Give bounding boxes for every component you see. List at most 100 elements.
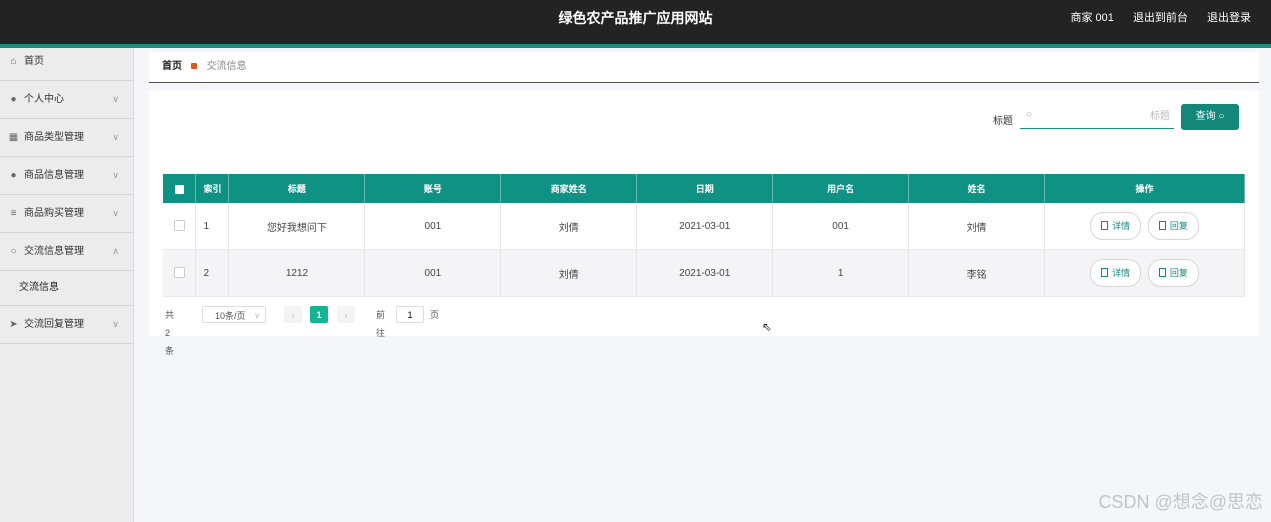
search-label: 标题 [993,116,1013,127]
cell-merchant: 刘倩 [500,249,638,297]
query-button-label: 查询 [1195,111,1216,122]
document-icon [1158,268,1166,277]
sidebar-item-label: 个人中心 [24,94,64,105]
query-button[interactable]: 查询 ○ [1181,104,1239,130]
cell-account: 001 [364,249,502,297]
page-size-select[interactable]: 10条/页 ∨ [202,306,266,323]
cell-merchant: 刘倩 [500,203,638,250]
document-icon [1101,268,1109,277]
column-header: 操作 [1044,174,1245,203]
cell-username: 001 [772,203,910,250]
chevron-down-icon: ∨ [112,319,119,329]
sidebar-item-label: 交流信息管理 [24,246,84,257]
detail-button[interactable]: 详情 [1090,212,1142,240]
goto-page-input[interactable] [396,306,424,323]
cell-index: 1 [195,203,230,250]
data-table: 索引 标题 账号 商家姓名 日期 用户名 姓名 操作 1 您好我想问下 001 … [163,174,1245,297]
chevron-down-icon: ∨ [254,311,260,320]
search-icon: ○ [1218,111,1225,122]
sidebar-item-home[interactable]: ⌂ 首页 [0,48,133,81]
home-icon: ⌂ [10,56,17,67]
cell-account: 001 [364,203,502,250]
breadcrumb-separator-icon [190,63,197,70]
sidebar-item-label: 商品类型管理 [24,132,84,143]
current-user: 商家 001 [1070,12,1114,24]
sidebar-item-profile[interactable]: ● 个人中心 ∨ [0,81,133,119]
cell-title: 1212 [228,249,366,297]
row-checkbox[interactable] [163,203,197,250]
reply-button[interactable]: 回复 [1147,259,1199,287]
list-icon: ≡ [10,208,17,219]
prev-page-button[interactable]: ‹ [284,306,302,323]
sidebar-subitem-messages[interactable]: 交流信息 [0,271,133,306]
document-icon [1101,221,1109,230]
grid-icon: ▦ [8,132,19,143]
top-header: 绿色农产品推广应用网站 商家 001 退出到前台 退出登录 [0,0,1271,44]
column-header: 标题 [228,174,366,203]
mouse-cursor-icon: ⇖ [762,320,773,334]
back-to-front-link[interactable]: 退出到前台 [1133,12,1188,24]
chevron-up-icon: ∧ [112,246,119,256]
cell-date: 2021-03-01 [636,203,774,250]
cell-name: 刘倩 [908,203,1046,250]
page-size-value: 10条/页 [215,311,246,321]
goto-label: 前往 [376,310,386,338]
sidebar-item-replies[interactable]: ➤ 交流回复管理 ∨ [0,306,133,344]
cell-actions: 详情 回复 [1044,249,1245,297]
breadcrumb-current: 交流信息 [206,61,247,72]
cell-index: 2 [195,249,230,297]
cell-actions: 详情 回复 [1044,203,1245,250]
column-header: 索引 [195,174,230,203]
breadcrumb-bar: 首页 交流信息 [149,52,1259,83]
table-row: 1 您好我想问下 001 刘倩 2021-03-01 001 刘倩 详情 回复 [163,203,1245,250]
sidebar-item-label: 首页 [24,56,44,67]
sidebar-item-purchases[interactable]: ≡ 商品购买管理 ∨ [0,195,133,233]
next-page-button[interactable]: › [337,306,355,323]
total-count: 共 2 条 [165,310,175,356]
power-icon: ○ [10,246,17,257]
user-icon: ● [10,94,17,105]
cell-title: 您好我想问下 [228,203,366,250]
sidebar-item-product-types[interactable]: ▦ 商品类型管理 ∨ [0,119,133,157]
detail-label: 详情 [1112,221,1131,231]
reply-button[interactable]: 回复 [1147,212,1199,240]
content-panel: 标题 ○ 查询 ○ 索引 标题 账号 商家姓名 日期 用户名 姓名 操作 [149,90,1259,356]
document-icon [1158,221,1166,230]
chevron-down-icon: ∨ [112,208,119,218]
chevron-down-icon: ∨ [112,94,119,104]
select-all-checkbox[interactable] [163,174,197,203]
page-suffix: 页 [430,310,440,320]
reply-label: 回复 [1169,221,1188,231]
column-header: 姓名 [908,174,1046,203]
column-header: 日期 [636,174,774,203]
user-icon: ● [10,170,17,181]
row-checkbox[interactable] [163,249,197,297]
breadcrumb-home[interactable]: 首页 [162,61,182,72]
logout-link[interactable]: 退出登录 [1207,12,1251,24]
table-row: 2 1212 001 刘倩 2021-03-01 1 李铭 详情 回复 [163,249,1245,297]
detail-label: 详情 [1112,268,1131,278]
send-icon: ➤ [9,319,18,330]
chevron-down-icon: ∨ [112,132,119,142]
sidebar-item-messages[interactable]: ○ 交流信息管理 ∧ [0,233,133,271]
sidebar-item-label: 交流回复管理 [24,319,84,330]
page-number-1[interactable]: 1 [310,306,328,323]
reply-label: 回复 [1169,268,1188,278]
detail-button[interactable]: 详情 [1090,259,1142,287]
column-header: 用户名 [772,174,910,203]
cell-name: 李铭 [908,249,1046,297]
title-search-input[interactable] [1020,105,1174,129]
sidebar-item-product-info[interactable]: ● 商品信息管理 ∨ [0,157,133,195]
watermark: CSDN @想念@思恋 [1098,492,1263,512]
header-accent-bar [0,44,1271,48]
breadcrumb: 首页 交流信息 [162,52,247,82]
column-header: 账号 [364,174,502,203]
chevron-down-icon: ∨ [112,170,119,180]
cell-date: 2021-03-01 [636,249,774,297]
cell-username: 1 [772,249,910,297]
table-header-row: 索引 标题 账号 商家姓名 日期 用户名 姓名 操作 [163,174,1245,203]
sidebar: ⌂ 首页 ● 个人中心 ∨ ▦ 商品类型管理 ∨ ● 商品信息管理 ∨ ≡ 商品… [0,48,134,522]
sidebar-item-label: 商品信息管理 [24,170,84,181]
user-area: 商家 001 退出到前台 退出登录 [1054,0,1251,36]
column-header: 商家姓名 [500,174,638,203]
